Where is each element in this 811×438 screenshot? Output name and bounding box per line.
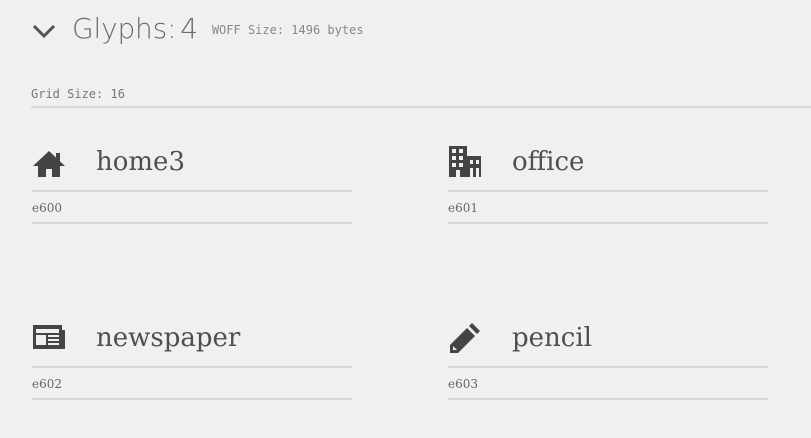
glyph-heading: office: [448, 142, 768, 192]
glyph-heading: home3: [32, 142, 352, 192]
home-icon: [33, 151, 65, 177]
glyph-heading: pencil: [448, 318, 768, 368]
newspaper-icon: [33, 325, 65, 349]
glyph-set-title: Glyphs: 4 WOFF Size: 1496 bytes: [72, 12, 364, 52]
grid-size-label: Grid Size: 16: [31, 87, 125, 101]
glyph-count: 4: [180, 12, 198, 45]
glyph-card-office[interactable]: office e601: [448, 142, 768, 226]
glyph-name: office: [512, 147, 585, 177]
glyph-code-row: e602: [32, 374, 352, 400]
glyph-card-newspaper[interactable]: newspaper e602: [32, 318, 352, 402]
glyph-code: e603: [448, 377, 479, 391]
glyph-name: home3: [96, 147, 185, 177]
chevron-down-icon[interactable]: [31, 20, 57, 44]
glyph-card-pencil[interactable]: pencil e603: [448, 318, 768, 402]
glyph-grid: home3 e600 office e601 newspaper e602 pe…: [32, 142, 792, 422]
office-building-icon: [449, 146, 481, 177]
glyph-name: newspaper: [96, 323, 241, 353]
glyph-name: pencil: [512, 323, 592, 353]
glyph-code-row: e600: [32, 198, 352, 224]
glyph-set-header: Glyphs: 4 WOFF Size: 1496 bytes: [0, 0, 811, 70]
glyph-code-row: e603: [448, 374, 768, 400]
glyph-code: e600: [32, 201, 63, 215]
grid-size-row: Grid Size: 16: [31, 86, 811, 108]
glyph-card-home3[interactable]: home3 e600: [32, 142, 352, 226]
glyph-code: e601: [448, 201, 479, 215]
woff-size: WOFF Size: 1496 bytes: [211, 23, 364, 37]
glyph-code-row: e601: [448, 198, 768, 224]
glyph-code: e602: [32, 377, 63, 391]
glyphs-label: Glyphs:: [72, 12, 177, 45]
glyph-heading: newspaper: [32, 318, 352, 368]
pencil-icon: [450, 323, 480, 353]
